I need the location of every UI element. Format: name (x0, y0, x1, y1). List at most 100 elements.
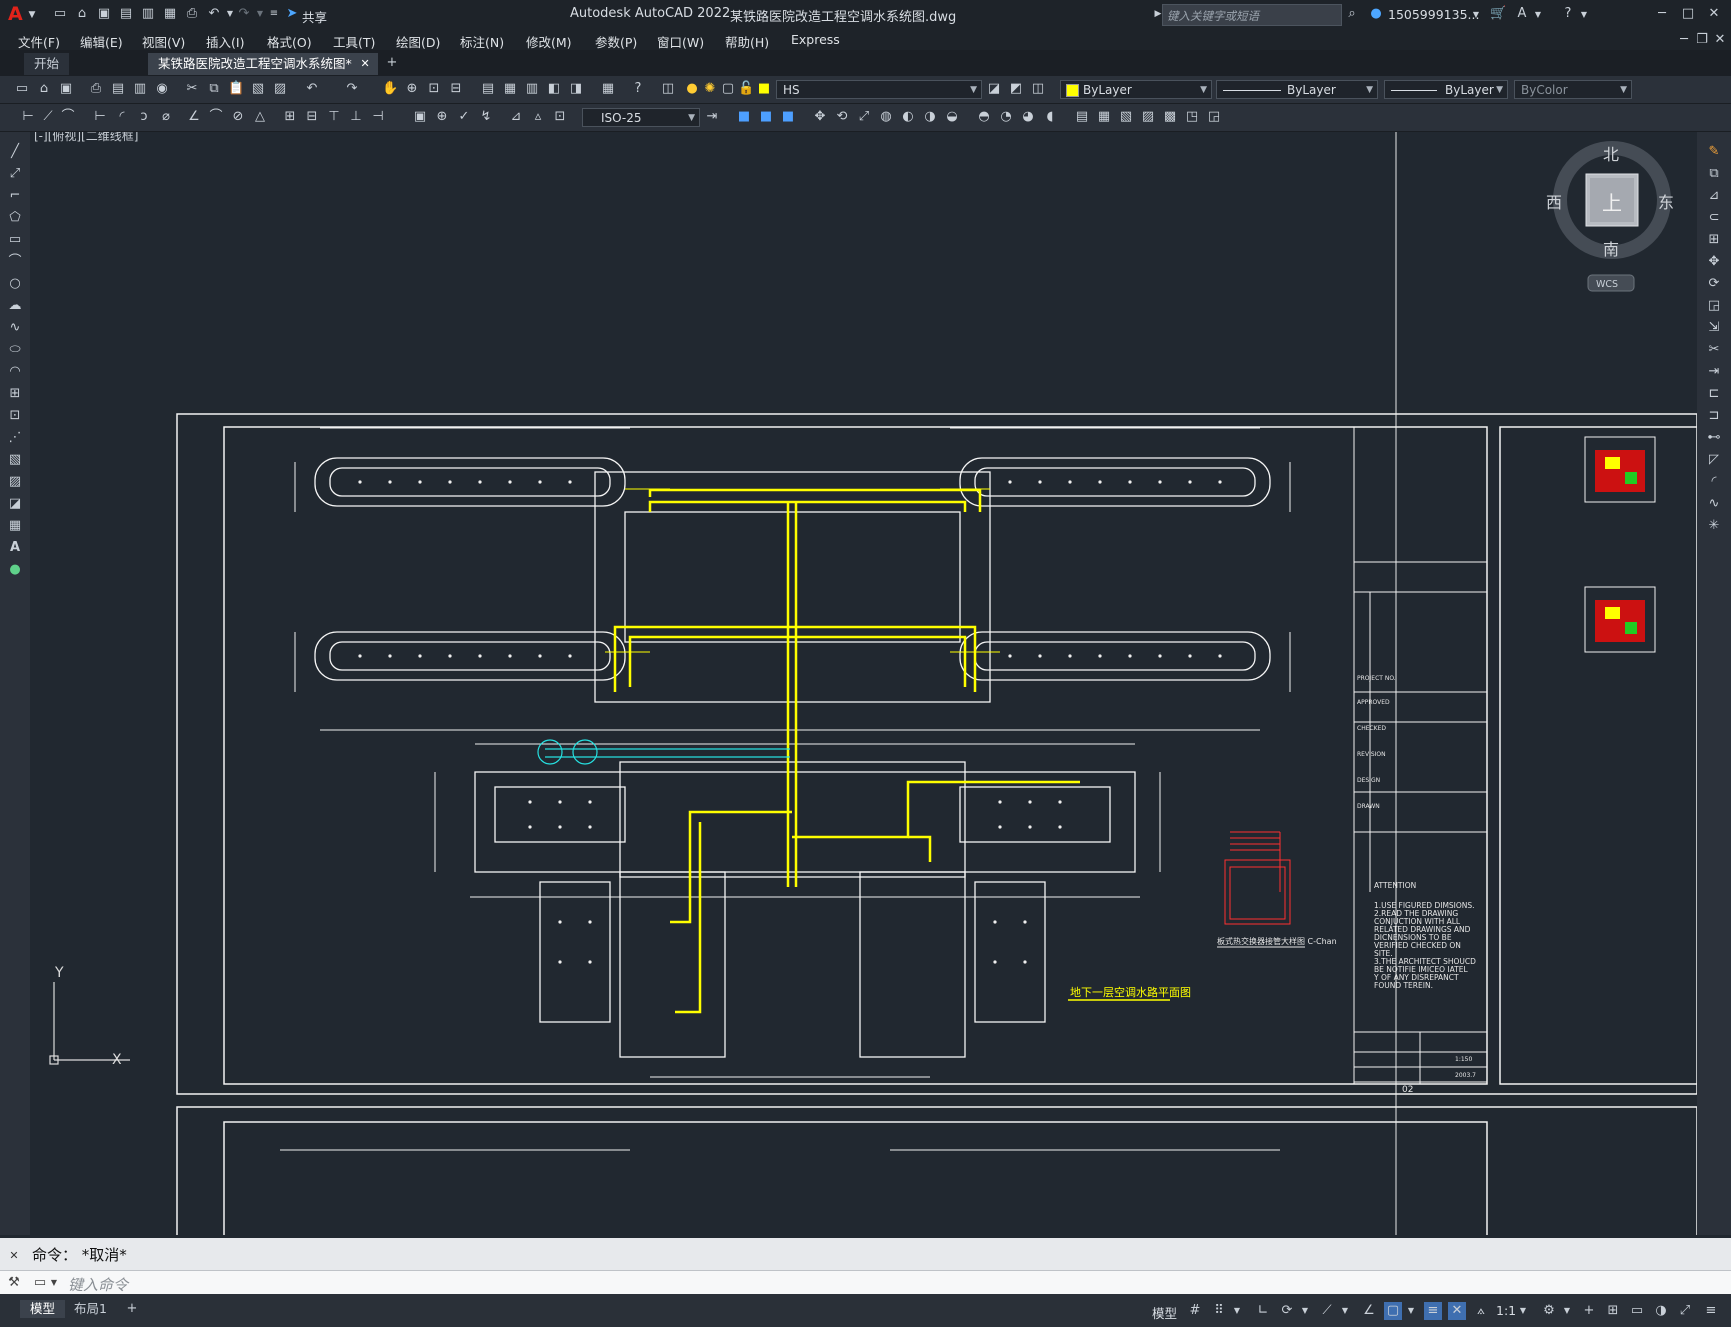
layer-previous-icon[interactable]: ◩ (1008, 81, 1024, 97)
visual-style-icon[interactable]: ◒ (944, 109, 960, 125)
extend-icon[interactable]: ⇥ (1706, 364, 1722, 380)
autodesk-app-icon[interactable]: A (1514, 6, 1530, 22)
ortho-icon[interactable]: ∟ (1254, 1302, 1272, 1320)
polyline-icon[interactable]: ⌐ (7, 188, 23, 204)
view-back-icon[interactable]: ■ (758, 109, 774, 125)
orbit-icon[interactable]: ◔ (998, 109, 1014, 125)
grid-icon[interactable]: # (1186, 1302, 1204, 1320)
revision-cloud-icon[interactable]: ☁ (7, 298, 23, 314)
move-3d-icon[interactable]: ✥ (812, 109, 828, 125)
snap-icon[interactable]: ⠿ (1210, 1302, 1228, 1320)
dim-update-icon[interactable]: ↯ (478, 109, 494, 125)
help-dropdown-icon[interactable]: ▼ (1576, 7, 1592, 23)
dim-ordinate-icon[interactable]: ⊢ (92, 109, 108, 125)
copy-object-icon[interactable]: ⧉ (1706, 166, 1722, 182)
model-viewport[interactable]: [-][俯视][二维线框] PROJECT NO. APPROVED CHECK… (30, 132, 1697, 1235)
rectangle-icon[interactable]: ▭ (7, 232, 23, 248)
menu-tools[interactable]: 工具(T) (333, 32, 375, 51)
menu-help[interactable]: 帮助(H) (725, 32, 769, 51)
customize-icon[interactable]: ⚒ (6, 1275, 22, 1291)
chamfer-icon[interactable]: ◸ (1706, 452, 1722, 468)
menu-parametric[interactable]: 参数(P) (595, 32, 637, 51)
workspace-dropdown-icon[interactable]: ▼ (1558, 1302, 1576, 1320)
construction-line-icon[interactable]: ⤢ (7, 166, 23, 182)
layer-properties-icon[interactable]: ◫ (660, 81, 676, 97)
open-icon[interactable]: ⌂ (36, 81, 52, 97)
save-icon[interactable]: ▣ (96, 6, 112, 22)
move-icon[interactable]: ✥ (1706, 254, 1722, 270)
doc-restore-icon[interactable]: ❐ (1694, 32, 1710, 48)
dimstyle-manager-icon[interactable]: ⇥ (704, 109, 720, 125)
dim-jogged-icon[interactable]: ↄ (136, 109, 152, 125)
match-properties-icon[interactable]: ▧ (250, 81, 266, 97)
app-logo[interactable]: A (8, 3, 23, 25)
explode-icon[interactable]: ✳ (1706, 518, 1722, 534)
wcs-label[interactable]: WCS (1596, 279, 1618, 290)
tab-start[interactable]: 开始 (24, 53, 70, 75)
dim-continue-icon[interactable]: △ (252, 109, 268, 125)
quick-properties-icon[interactable]: ▭ (1628, 1302, 1646, 1320)
sun-icon[interactable]: ✺ (702, 81, 718, 97)
field-icon[interactable]: ▧ (1118, 109, 1134, 125)
dim-radius-icon[interactable]: ◜ (114, 109, 130, 125)
menu-insert[interactable]: 插入(I) (206, 32, 244, 51)
user-icon[interactable]: ● (1368, 6, 1384, 22)
dim-diameter-icon[interactable]: ⌀ (158, 109, 174, 125)
dim-linear-icon[interactable]: ⊢ (20, 109, 36, 125)
lineweight-dropdown[interactable]: ByLayer ▼ (1384, 80, 1508, 99)
hatch-icon[interactable]: ▧ (7, 452, 23, 468)
linetype-dropdown[interactable]: ByLayer ▼ (1216, 80, 1378, 99)
publish-toolbar-icon[interactable]: ▥ (132, 81, 148, 97)
redo-icon[interactable]: ↷ (236, 6, 252, 22)
menu-dimension[interactable]: 标注(N) (460, 32, 504, 51)
print-icon[interactable]: ⎙ (184, 6, 200, 22)
lineweight-toggle-icon[interactable]: ≡ (1424, 1302, 1442, 1320)
calculator-icon[interactable]: ▦ (600, 81, 616, 97)
redo-toolbar-icon[interactable]: ↷ (344, 81, 360, 97)
design-center-icon[interactable]: ▦ (502, 81, 518, 97)
dim-override-icon[interactable]: ▵ (530, 109, 546, 125)
3d-print-icon[interactable]: ◉ (154, 81, 170, 97)
trim-icon[interactable]: ✂ (1706, 342, 1722, 358)
save-toolbar-icon[interactable]: ▣ (58, 81, 74, 97)
command-line[interactable]: ⚒ ▭ ▼ 键入命令 (0, 1270, 1731, 1295)
share-button[interactable]: 共享 (302, 7, 327, 26)
customization-menu-icon[interactable]: ≡ (1702, 1302, 1720, 1320)
block-editor-icon[interactable]: ▨ (272, 81, 288, 97)
walk-icon[interactable]: ◕ (1020, 109, 1036, 125)
doc-close-icon[interactable]: ✕ (1712, 32, 1728, 48)
dim-break-icon[interactable]: ⊟ (304, 109, 320, 125)
viewcube-top-label[interactable]: 上 (1602, 191, 1622, 215)
add-layout-icon[interactable]: + (124, 1301, 140, 1317)
inspection-icon[interactable]: ⊣ (370, 109, 386, 125)
tolerance-icon[interactable]: ⊤ (326, 109, 342, 125)
object-snap-icon[interactable]: ▢ (1384, 1302, 1402, 1320)
lights-icon[interactable]: ◑ (922, 109, 938, 125)
tab-drawing[interactable]: 某铁路医院改造工程空调水系统图* ✕ (148, 53, 378, 75)
customize-quick-access-icon[interactable]: ≡ (266, 6, 282, 22)
dim-arc-icon[interactable]: ⌒ (60, 109, 76, 125)
app-menu-arrow-icon[interactable]: ▼ (24, 7, 40, 23)
sheet-set-icon[interactable]: ◧ (546, 81, 562, 97)
scale-icon[interactable]: ◲ (1706, 298, 1722, 314)
menu-window[interactable]: 窗口(W) (657, 32, 704, 51)
menu-draw[interactable]: 绘图(D) (396, 32, 440, 51)
dim-style-icon[interactable]: ⊿ (508, 109, 524, 125)
break-icon[interactable]: ⊐ (1706, 408, 1722, 424)
doc-minimize-icon[interactable]: ─ (1676, 32, 1692, 48)
snap-dropdown-icon[interactable]: ▼ (1228, 1302, 1246, 1320)
object-snap-tracking-icon[interactable]: ∠ (1360, 1302, 1378, 1320)
circle-icon[interactable]: ○ (7, 276, 23, 292)
text-icon[interactable]: A (7, 540, 23, 556)
plot-icon[interactable]: ⎙ (88, 81, 104, 97)
dimstyle-dropdown[interactable]: ISO-25 ▼ (582, 108, 700, 127)
search-input[interactable]: 键入关键字或短语 (1167, 8, 1259, 24)
join-icon[interactable]: ⊷ (1706, 430, 1722, 446)
image-icon[interactable]: ◲ (1206, 109, 1222, 125)
qnew-icon[interactable]: ▭ (14, 81, 30, 97)
stretch-icon[interactable]: ⇲ (1706, 320, 1722, 336)
menu-view[interactable]: 视图(V) (142, 32, 185, 51)
undo-toolbar-icon[interactable]: ↶ (304, 81, 320, 97)
center-mark-icon[interactable]: ⊥ (348, 109, 364, 125)
model-space-button[interactable]: 模型 (1152, 1303, 1177, 1322)
